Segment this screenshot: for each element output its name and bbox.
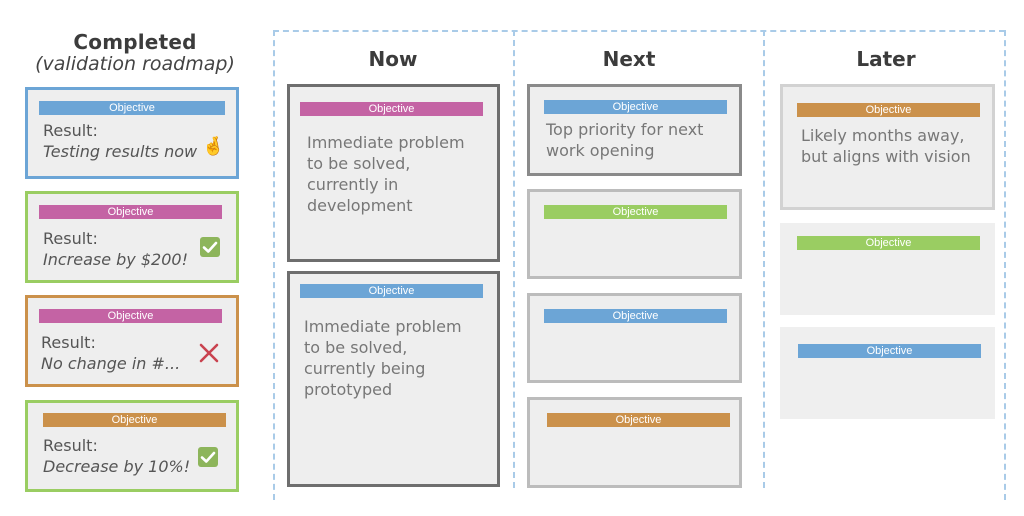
result-label: Result: xyxy=(41,333,96,352)
objective-tag: Objective xyxy=(300,284,483,298)
roadmap-card[interactable]: Objective xyxy=(780,327,995,419)
card-description: Top priority for next work opening xyxy=(546,120,704,160)
objective-tag: Objective xyxy=(39,309,222,323)
column-divider xyxy=(513,30,515,488)
completed-card[interactable]: Objective Result: Increase by $200! xyxy=(25,191,239,283)
completed-column-title: Completed xyxy=(73,30,197,54)
roadmap-card[interactable]: Objective xyxy=(527,293,742,383)
completed-card[interactable]: Objective Result: Testing results now 🤞 xyxy=(25,87,239,179)
roadmap-card[interactable]: Objective Top priority for next work ope… xyxy=(527,84,742,176)
objective-tag: Objective xyxy=(300,102,483,116)
objective-tag: Objective xyxy=(39,101,225,115)
column-title-now: Now xyxy=(368,47,418,71)
roadmap-frame-top xyxy=(273,30,1005,32)
column-title-later: Later xyxy=(856,47,916,71)
objective-tag: Objective xyxy=(544,205,727,219)
completed-column-subtitle: (validation roadmap) xyxy=(35,53,235,75)
objective-tag: Objective xyxy=(43,413,226,427)
objective-tag: Objective xyxy=(39,205,222,219)
roadmap-card[interactable]: Objective Immediate problem to be solved… xyxy=(287,84,500,262)
column-title-next: Next xyxy=(602,47,656,71)
result-value: Increase by $200! xyxy=(43,250,188,269)
objective-tag: Objective xyxy=(544,100,727,114)
column-divider xyxy=(763,30,765,488)
roadmap-frame-right xyxy=(1004,30,1006,500)
card-description: Likely months away, but aligns with visi… xyxy=(801,126,971,166)
objective-tag: Objective xyxy=(547,413,730,427)
objective-tag: Objective xyxy=(797,236,980,250)
roadmap-frame-left xyxy=(273,30,275,500)
objective-tag: Objective xyxy=(797,103,980,117)
roadmap-card[interactable]: Objective xyxy=(527,189,742,279)
completed-card[interactable]: Objective Result: Decrease by 10%! xyxy=(25,400,239,492)
roadmap-card[interactable]: Objective Likely months away, but aligns… xyxy=(780,84,995,210)
checkmark-icon xyxy=(198,447,218,467)
result-value: No change in #... xyxy=(41,354,181,373)
checkmark-icon xyxy=(200,237,220,257)
result-label: Result: xyxy=(43,121,98,140)
roadmap-card[interactable]: Objective xyxy=(527,397,742,488)
roadmap-card[interactable]: Objective Immediate problem to be solved… xyxy=(287,271,500,487)
result-label: Result: xyxy=(43,436,98,455)
objective-tag: Objective xyxy=(798,344,981,358)
result-value: Decrease by 10%! xyxy=(43,457,191,476)
objective-tag: Objective xyxy=(544,309,727,323)
result-value: Testing results now xyxy=(43,142,198,161)
roadmap-card[interactable]: Objective xyxy=(780,223,995,315)
card-description: Immediate problem to be solved, currentl… xyxy=(307,133,465,215)
x-mark-icon xyxy=(199,343,219,363)
result-label: Result: xyxy=(43,229,98,248)
card-description: Immediate problem to be solved, currentl… xyxy=(304,317,462,399)
crossed-fingers-icon: 🤞 xyxy=(202,136,225,157)
completed-card[interactable]: Objective Result: No change in #... xyxy=(25,295,239,387)
